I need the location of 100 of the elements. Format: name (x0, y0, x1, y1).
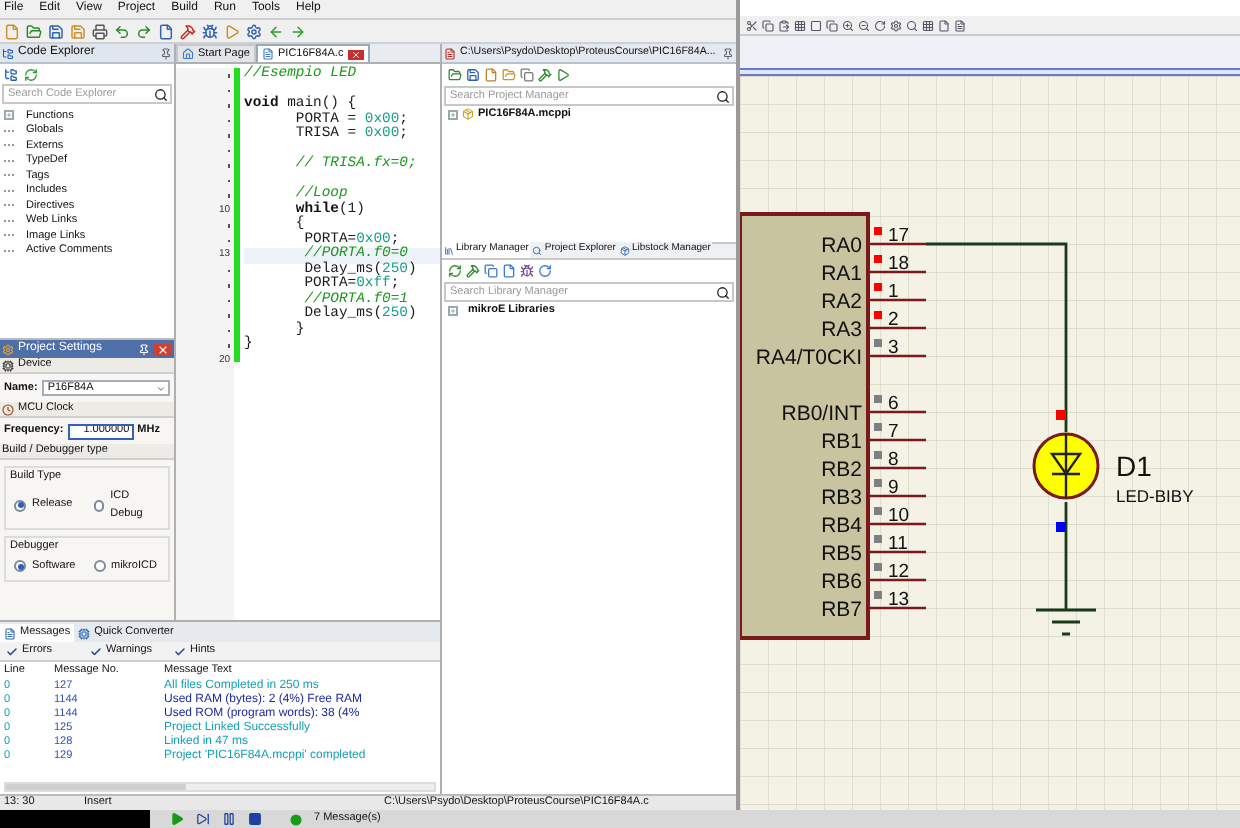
chip-icon (78, 627, 91, 639)
redo-icon[interactable] (136, 23, 152, 39)
close-icon[interactable] (347, 49, 364, 59)
paste-icon[interactable] (778, 19, 790, 31)
hammer-icon[interactable] (180, 23, 196, 39)
undo-icon[interactable] (114, 23, 130, 39)
pin-label: RB7 (821, 598, 862, 622)
pin-number: 8 (888, 449, 899, 471)
document-icon (4, 627, 16, 639)
led-symbol (1032, 432, 1100, 500)
pin-label: RB3 (821, 486, 862, 510)
search-icon[interactable] (154, 87, 168, 101)
scissors-icon[interactable] (746, 19, 758, 31)
pin-number: 6 (888, 393, 899, 415)
stop-icon[interactable] (248, 812, 262, 826)
tree-connector (4, 189, 14, 192)
grid-icon[interactable] (794, 19, 806, 31)
copy-icon[interactable] (520, 68, 534, 82)
document-icon (262, 48, 274, 60)
refresh-icon[interactable] (24, 67, 38, 81)
search-icon[interactable] (716, 89, 730, 103)
pin-label: RB5 (821, 542, 862, 566)
clock-icon (2, 403, 14, 415)
bug-icon[interactable] (202, 23, 218, 39)
radio-button[interactable] (93, 560, 105, 573)
pin-label: RB1 (821, 430, 862, 454)
search-icon[interactable] (716, 285, 730, 299)
pin-label: RB4 (821, 514, 862, 538)
pin-number: 12 (888, 561, 910, 583)
checkbox[interactable] (6, 645, 18, 657)
refresh-icon[interactable] (448, 264, 462, 278)
zoom-in-icon[interactable] (842, 19, 854, 31)
checkbox[interactable] (174, 645, 186, 657)
component-value: LED-BIBY (1116, 486, 1194, 506)
copy-icon[interactable] (762, 19, 774, 31)
document-icon[interactable] (938, 19, 950, 31)
tree-connector (4, 219, 14, 222)
pin-icon[interactable] (722, 47, 734, 59)
pin-label: RA0 (821, 234, 862, 258)
library-icon (444, 245, 454, 255)
tree-icon[interactable] (4, 67, 18, 81)
zoom-out-icon[interactable] (858, 19, 870, 31)
pin-number: 13 (888, 589, 910, 611)
play-icon[interactable] (170, 812, 184, 826)
folder-icon[interactable] (502, 68, 516, 82)
step-icon[interactable] (196, 812, 210, 826)
arrow-left-icon[interactable] (268, 23, 284, 39)
pin-icon[interactable] (160, 47, 172, 59)
checkbox[interactable] (90, 645, 102, 657)
close-icon[interactable] (154, 343, 172, 355)
ground-symbol (1034, 608, 1098, 636)
hammer-icon[interactable] (538, 68, 552, 82)
save-icon[interactable] (48, 23, 64, 39)
copy-icon[interactable] (826, 19, 838, 31)
pin-label: RA3 (821, 318, 862, 342)
refresh-icon[interactable] (538, 264, 552, 278)
pin-label: RB2 (821, 458, 862, 482)
document-icon[interactable] (484, 68, 498, 82)
bug-icon[interactable] (520, 264, 534, 278)
document-icon[interactable] (954, 19, 966, 31)
folder-icon[interactable] (448, 68, 462, 82)
chevron-down-icon[interactable] (156, 383, 166, 393)
pin-number: 10 (888, 505, 910, 527)
printer-icon[interactable] (92, 23, 108, 39)
save-icon[interactable] (466, 68, 480, 82)
play-icon[interactable] (556, 68, 570, 82)
pin-label: RA2 (821, 290, 862, 314)
search-icon[interactable] (906, 19, 918, 31)
document-icon (444, 47, 456, 59)
pin-number: 9 (888, 477, 899, 499)
settings-icon[interactable] (890, 19, 902, 31)
settings-icon[interactable] (246, 23, 262, 39)
scrollbar[interactable] (4, 782, 436, 792)
tree-connector (4, 129, 14, 132)
pin-label: RA1 (821, 262, 862, 286)
pin-number: 18 (888, 253, 910, 275)
pause-icon[interactable] (222, 812, 236, 826)
grid-icon[interactable] (922, 19, 934, 31)
status-icon (290, 813, 302, 825)
radio-button[interactable] (93, 499, 105, 511)
pin-number: 1 (888, 281, 899, 303)
document-icon[interactable] (158, 23, 174, 39)
pin-label: RB6 (821, 570, 862, 594)
search-icon (532, 245, 543, 255)
package-icon (619, 245, 630, 255)
folder-icon[interactable] (26, 23, 42, 39)
rotate-icon[interactable] (874, 19, 886, 31)
radio-button[interactable] (14, 499, 26, 511)
pin-number: 7 (888, 421, 899, 443)
tree-connector (4, 159, 14, 162)
arrow-right-icon[interactable] (290, 23, 306, 39)
package-icon (462, 108, 474, 120)
copy-icon[interactable] (484, 264, 498, 278)
radio-button[interactable] (14, 560, 26, 573)
pin-label: RA4/T0CKI (755, 346, 862, 370)
home-icon (182, 48, 194, 60)
hammer-icon[interactable] (466, 264, 480, 278)
document-icon[interactable] (502, 264, 516, 278)
block-icon[interactable] (810, 19, 822, 31)
pin-number: 2 (888, 309, 899, 331)
